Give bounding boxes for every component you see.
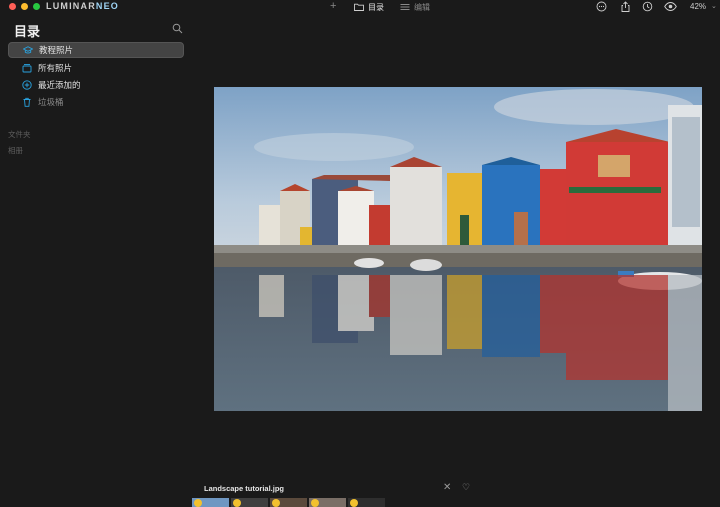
photo-preview[interactable] [214,87,702,411]
close-window-button[interactable] [9,3,16,10]
close-icon[interactable]: ✕ [443,482,451,493]
search-icon[interactable] [172,23,183,34]
photo-image [214,87,702,411]
sidebar-title: 目录 [14,24,41,39]
tab-edit[interactable]: 编辑 [400,2,430,12]
heart-icon[interactable]: ♡ [462,482,470,493]
sidebar-item-label: 所有照片 [38,63,73,73]
sidebar-item-tutorial-photos[interactable]: 教程照片 [8,42,184,58]
sidebar: 目录 教程照片 所有照片 最近添加的 垃圾桶 文件夹 相册 [0,14,190,507]
sidebar-item-label: 垃圾桶 [38,97,64,107]
tutorial-badge-icon [194,499,202,507]
folder-icon [354,3,364,11]
sliders-icon [400,4,410,10]
add-photos-button[interactable]: + [330,0,336,12]
filmstrip-thumbnail[interactable] [309,498,346,507]
fullscreen-window-button[interactable] [33,3,40,10]
tutorial-badge-icon [272,499,280,507]
sidebar-item-all-photos[interactable]: 所有照片 [8,60,184,76]
tutorial-badge-icon [311,499,319,507]
eye-icon[interactable] [664,1,677,12]
section-folders[interactable]: 文件夹 [8,129,31,140]
chevron-down-icon[interactable]: ⌄ [711,2,717,10]
sidebar-item-recently-added[interactable]: 最近添加的 [8,77,184,93]
sidebar-item-label: 教程照片 [39,45,74,55]
minimize-window-button[interactable] [21,3,28,10]
graduation-cap-icon [23,46,33,54]
share-icon[interactable] [620,1,631,12]
zoom-level[interactable]: 42% [690,2,706,11]
tutorial-badge-icon [233,499,241,507]
photos-stack-icon [22,64,32,73]
filmstrip-thumbnail[interactable] [231,498,268,507]
sidebar-item-trash[interactable]: 垃圾桶 [8,94,184,110]
tab-catalog[interactable]: 目录 [354,2,384,12]
filmstrip-thumbnail[interactable] [348,498,385,507]
tab-catalog-label: 目录 [368,2,384,12]
history-icon[interactable] [642,1,653,12]
current-filename: Landscape tutorial.jpg [204,484,285,493]
trash-icon [23,97,31,107]
filmstrip [192,498,385,507]
title-bar: LUMINARNEO + 目录 编辑 42% ⌄ [0,0,720,14]
sidebar-item-label: 最近添加的 [38,80,81,90]
add-circle-icon [22,80,32,90]
filmstrip-thumbnail[interactable] [270,498,307,507]
app-logo: LUMINARNEO [46,1,120,11]
filmstrip-thumbnail[interactable] [192,498,229,507]
more-options-icon[interactable] [596,1,607,12]
tab-edit-label: 编辑 [414,2,430,12]
tutorial-badge-icon [350,499,358,507]
section-albums[interactable]: 相册 [8,145,23,156]
